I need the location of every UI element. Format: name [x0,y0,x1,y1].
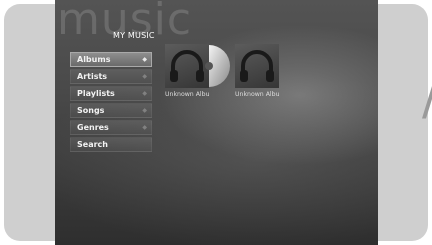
partial-glyph-icon: / [422,70,432,126]
menu-item-label: Artists [77,72,108,81]
menu-item-label: Genres [77,123,109,132]
music-menu: Albums ◆ Artists ◆ Playlists ◆ Songs ◆ G… [70,52,152,154]
menu-item-genres[interactable]: Genres ◆ [70,120,152,135]
menu-item-artists[interactable]: Artists ◆ [70,69,152,84]
headphones-icon [240,50,274,82]
chevron-right-icon: ◆ [142,124,147,131]
menu-item-label: Search [77,140,108,149]
album-title: Unknown Albu [235,91,280,98]
chevron-right-icon: ◆ [142,56,147,63]
page-title: MY MUSIC [113,31,155,40]
menu-item-label: Songs [77,106,105,115]
menu-item-label: Albums [77,55,111,64]
bezel-right: / [378,0,432,245]
album-tile[interactable]: Unknown Albu [165,44,230,98]
media-center-screen: music MY MUSIC Albums ◆ Artists ◆ Playli… [55,0,378,245]
chevron-right-icon: ◆ [142,107,147,114]
menu-item-albums[interactable]: Albums ◆ [70,52,152,67]
album-title: Unknown Albu [165,91,210,98]
album-art [235,44,279,88]
chevron-right-icon: ◆ [142,73,147,80]
chevron-right-icon: ◆ [142,90,147,97]
disc-icon [205,45,230,87]
menu-item-label: Playlists [77,89,115,98]
album-tile[interactable]: Unknown Albu [235,44,283,98]
menu-item-playlists[interactable]: Playlists ◆ [70,86,152,101]
menu-item-songs[interactable]: Songs ◆ [70,103,152,118]
menu-item-search[interactable]: Search [70,137,152,152]
